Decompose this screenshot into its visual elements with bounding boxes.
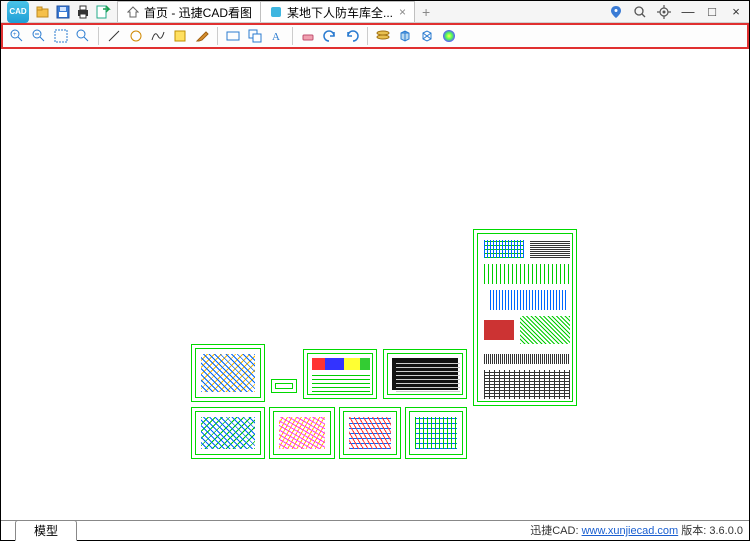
save-icon[interactable] — [54, 3, 72, 21]
color-icon[interactable] — [439, 26, 459, 46]
footer-version: 3.6.0.0 — [709, 525, 743, 537]
app-logo: CAD — [7, 1, 29, 23]
tab-file[interactable]: 某地下人防车库全... × — [260, 1, 415, 22]
footer-brand: 迅捷CAD: — [530, 525, 578, 537]
zoom-window-icon[interactable]: + — [7, 26, 27, 46]
window-controls: — □ × — [607, 3, 745, 21]
redo-icon[interactable] — [342, 26, 362, 46]
box3d-icon[interactable] — [395, 26, 415, 46]
new-tab-button[interactable]: + — [414, 1, 438, 22]
separator — [98, 27, 99, 45]
rect-icon[interactable] — [223, 26, 243, 46]
maximize-button[interactable]: □ — [703, 3, 721, 21]
copy-icon[interactable] — [245, 26, 265, 46]
tab-home-label: 首页 - 迅捷CAD看图 — [144, 4, 252, 21]
gear-icon[interactable] — [655, 3, 673, 21]
line-icon[interactable] — [104, 26, 124, 46]
text-icon[interactable]: A — [267, 26, 287, 46]
separator — [292, 27, 293, 45]
tab-file-label: 某地下人防车库全... — [287, 4, 393, 21]
minimize-button[interactable]: — — [679, 3, 697, 21]
wire3d-icon[interactable] — [417, 26, 437, 46]
footer-text: 迅捷CAD: www.xunjiecad.com 版本: 3.6.0.0 — [530, 522, 743, 538]
brush-icon[interactable] — [192, 26, 212, 46]
footer-version-label: 版本: — [681, 525, 706, 537]
bottom-bar: 模型 迅捷CAD: www.xunjiecad.com 版本: 3.6.0.0 — [1, 520, 749, 540]
home-icon — [126, 5, 140, 19]
titlebar: CAD 首页 - 迅捷CAD看图 某地下人防车库全... × + — [1, 1, 749, 23]
tab-strip: 首页 - 迅捷CAD看图 某地下人防车库全... × + — [117, 1, 438, 22]
highlight-icon[interactable] — [170, 26, 190, 46]
drawing-canvas[interactable] — [1, 49, 749, 520]
erase-icon[interactable] — [298, 26, 318, 46]
cad-drawing — [191, 229, 591, 464]
svg-text:A: A — [272, 31, 280, 43]
undo-icon[interactable] — [320, 26, 340, 46]
pan-icon[interactable] — [73, 26, 93, 46]
model-tab[interactable]: 模型 — [15, 520, 77, 541]
separator — [367, 27, 368, 45]
tab-close-button[interactable]: × — [399, 5, 406, 19]
separator — [217, 27, 218, 45]
print-icon[interactable] — [74, 3, 92, 21]
close-button[interactable]: × — [727, 3, 745, 21]
svg-text:+: + — [13, 32, 17, 38]
spline-icon[interactable] — [148, 26, 168, 46]
open-icon[interactable] — [34, 3, 52, 21]
locate-icon[interactable] — [607, 3, 625, 21]
circle-icon[interactable] — [126, 26, 146, 46]
footer-link[interactable]: www.xunjiecad.com — [582, 525, 679, 537]
zoom-icon[interactable] — [631, 3, 649, 21]
layer-icon[interactable] — [373, 26, 393, 46]
tab-home[interactable]: 首页 - 迅捷CAD看图 — [117, 1, 261, 22]
zoom-out-icon[interactable] — [29, 26, 49, 46]
doc-icon — [269, 5, 283, 19]
toolbar: + A — [1, 23, 749, 49]
zoom-extents-icon[interactable] — [51, 26, 71, 46]
export-icon[interactable] — [94, 3, 112, 21]
